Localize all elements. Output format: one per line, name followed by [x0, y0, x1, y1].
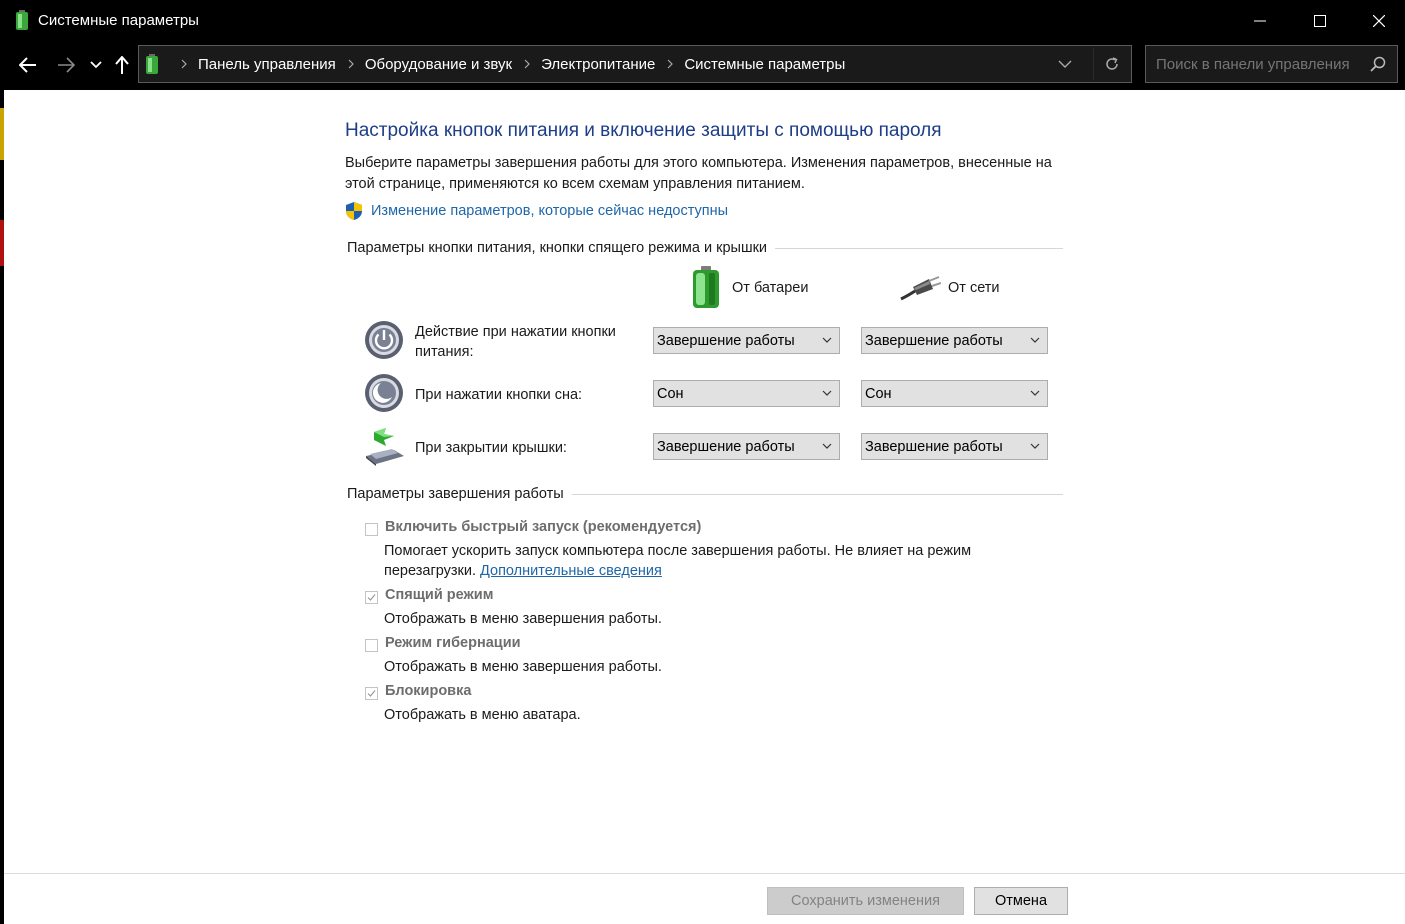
checkmark-icon [367, 690, 376, 697]
window-title: Системные параметры [38, 12, 199, 29]
power-button-ac-select[interactable]: Завершение работы [861, 327, 1048, 354]
power-plug-icon [900, 276, 941, 301]
battery-column-header: От батареи [732, 280, 809, 296]
address-dropdown-icon[interactable] [1057, 56, 1073, 72]
chevron-right-icon [667, 59, 674, 69]
close-button[interactable] [1350, 0, 1405, 42]
shutdown-group-label: Параметры завершения работы [347, 486, 572, 502]
more-info-link[interactable]: Дополнительные сведения [480, 563, 662, 579]
arrow-right-icon [58, 57, 75, 73]
page-description: Выберите параметры завершения работы для… [345, 155, 1052, 192]
hibernate-description: Отображать в меню завершения работы. [384, 659, 662, 675]
navigation-bar: Панель управления Оборудование и звук Эл… [4, 42, 1405, 90]
title-bar: Системные параметры [4, 0, 1405, 42]
chevron-right-icon [524, 59, 530, 69]
arrow-up-icon [115, 56, 129, 74]
chevron-right-icon [348, 59, 354, 69]
battery-icon [693, 266, 719, 308]
maximize-button[interactable] [1291, 0, 1349, 42]
power-battery-icon [16, 10, 28, 30]
select-value: Завершение работы [865, 438, 1003, 455]
fast-startup-description: Помогает ускорить запуск компьютера посл… [384, 541, 1024, 581]
power-button-icon [365, 321, 403, 359]
select-value: Сон [865, 385, 892, 402]
search-icon[interactable] [1370, 56, 1386, 72]
recent-locations-button[interactable] [88, 52, 104, 78]
hibernate-title: Режим гибернации [385, 635, 521, 651]
ac-column-header: От сети [948, 280, 1000, 296]
chevron-right-icon [181, 59, 187, 69]
lid-close-ac-select[interactable]: Завершение работы [861, 433, 1048, 460]
main-content: Настройка кнопок питания и включение защ… [4, 90, 1405, 873]
arrow-left-icon [19, 57, 36, 73]
refresh-icon [1106, 57, 1118, 70]
chevron-down-icon [1030, 443, 1040, 449]
breadcrumb-system-settings[interactable]: Системные параметры [684, 56, 845, 73]
checkmark-icon [367, 594, 376, 601]
up-button[interactable] [112, 52, 132, 78]
power-buttons-group-label: Параметры кнопки питания, кнопки спящего… [347, 240, 776, 256]
back-button[interactable] [16, 52, 40, 78]
close-icon [1373, 15, 1385, 27]
lock-description: Отображать в меню аватара. [384, 707, 581, 723]
breadcrumb-hardware-sound[interactable]: Оборудование и звук [365, 56, 512, 73]
breadcrumb-control-panel[interactable]: Панель управления [198, 56, 336, 73]
sleep-title: Спящий режим [385, 587, 494, 603]
fast-startup-checkbox[interactable] [365, 523, 378, 536]
power-battery-icon [146, 54, 158, 74]
sleep-checkbox[interactable] [365, 591, 378, 604]
minimize-icon [1254, 20, 1266, 22]
sleep-button-ac-select[interactable]: Сон [861, 380, 1048, 407]
sleep-button-action-label: При нажатии кнопки сна: [415, 387, 583, 403]
chevron-down-icon [90, 61, 102, 69]
sleep-description: Отображать в меню завершения работы. [384, 611, 662, 627]
search-input[interactable] [1145, 45, 1398, 83]
fast-startup-title: Включить быстрый запуск (рекомендуется) [385, 519, 702, 535]
lid-close-action-label: При закрытии крышки: [415, 440, 567, 456]
minimize-button[interactable] [1231, 0, 1289, 42]
power-button-battery-select[interactable]: Завершение работы [653, 327, 840, 354]
hibernate-checkbox[interactable] [365, 639, 378, 652]
chevron-down-icon [822, 443, 832, 449]
select-value: Сон [657, 385, 684, 402]
chevron-down-icon [822, 390, 832, 396]
page-title: Настройка кнопок питания и включение защ… [345, 120, 942, 141]
sleep-button-icon [365, 374, 403, 412]
chevron-down-icon [822, 337, 832, 343]
control-panel-window: Системные параметры Панель управления Об… [4, 0, 1405, 924]
address-bar[interactable]: Панель управления Оборудование и звук Эл… [138, 45, 1132, 83]
select-value: Завершение работы [657, 332, 795, 349]
chevron-down-icon [1030, 390, 1040, 396]
forward-button[interactable] [54, 52, 78, 78]
lid-close-battery-select[interactable]: Завершение работы [653, 433, 840, 460]
sleep-button-battery-select[interactable]: Сон [653, 380, 840, 407]
laptop-lid-icon [366, 428, 404, 466]
breadcrumb-power-options[interactable]: Электропитание [541, 56, 655, 73]
footer-bar: Сохранить изменения Отмена [4, 873, 1405, 924]
select-value: Завершение работы [865, 332, 1003, 349]
maximize-icon [1314, 15, 1326, 27]
uac-shield-icon [346, 202, 362, 220]
select-value: Завершение работы [657, 438, 795, 455]
refresh-button[interactable] [1093, 48, 1130, 80]
power-button-action-label: Действие при нажатии кнопки питания: [415, 324, 616, 360]
save-changes-button[interactable]: Сохранить изменения [767, 887, 964, 915]
lock-title: Блокировка [385, 683, 472, 699]
cancel-button[interactable]: Отмена [974, 887, 1068, 915]
breadcrumb: Панель управления Оборудование и звук Эл… [169, 46, 845, 82]
chevron-down-icon [1030, 337, 1040, 343]
fast-startup-desc-text: Помогает ускорить запуск компьютера посл… [384, 543, 972, 579]
lock-checkbox[interactable] [365, 687, 378, 700]
change-unavailable-settings-link[interactable]: Изменение параметров, которые сейчас нед… [371, 203, 728, 219]
